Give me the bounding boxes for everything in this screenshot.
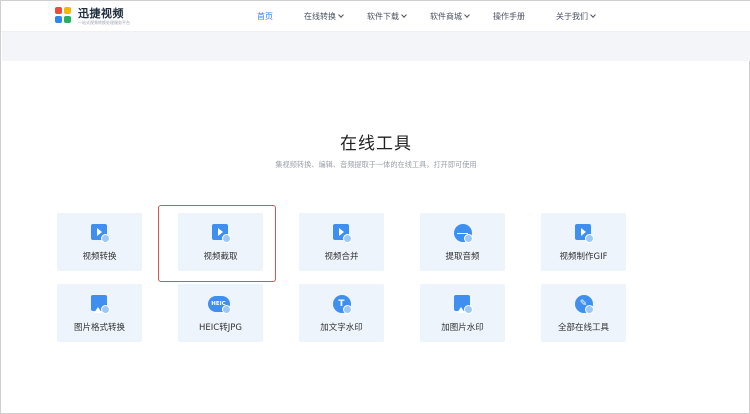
- tool-card-audio-extract[interactable]: 提取音频: [420, 213, 505, 271]
- site-header: 迅捷视频 一站式视频转换处理服务平台 首页 在线转换 软件下载 软件商城 操作手…: [1, 1, 750, 32]
- tool-card-label: 视频合并: [324, 252, 359, 262]
- banner-strip: [2, 32, 750, 61]
- chevron-down-icon: [590, 12, 596, 18]
- nav-item-manual[interactable]: 操作手册: [493, 11, 525, 22]
- tool-card-all-tools[interactable]: ✎ 全部在线工具: [541, 284, 626, 342]
- tool-card-label: 全部在线工具: [557, 323, 609, 333]
- tool-card-label: 提取音频: [445, 252, 480, 262]
- text-watermark-icon: T: [332, 294, 352, 314]
- nav-item-software-download[interactable]: 软件下载: [367, 11, 407, 22]
- tool-card-label: HEIC转JPG: [199, 323, 242, 333]
- tool-card-image-convert[interactable]: 图片格式转换: [57, 284, 142, 342]
- tool-card-text-watermark[interactable]: T 加文字水印: [299, 284, 384, 342]
- image-watermark-icon: [453, 294, 473, 314]
- video-merge-icon: [332, 223, 352, 243]
- nav-item-online-convert[interactable]: 在线转换: [304, 11, 344, 22]
- chevron-down-icon: [338, 12, 344, 18]
- selection-highlight: [158, 205, 276, 282]
- nav-item-label: 软件下载: [367, 12, 399, 21]
- nav-item-label: 在线转换: [304, 12, 336, 21]
- main-nav: 首页 在线转换 软件下载 软件商城 操作手册 关于我们: [1, 1, 750, 32]
- tool-card-video-convert[interactable]: 视频转换: [57, 213, 142, 271]
- heic-icon: HEIC: [207, 294, 231, 314]
- tool-card-label: 视频制作GIF: [559, 252, 608, 262]
- all-tools-icon: ✎: [574, 294, 594, 314]
- video-convert-icon: [90, 223, 110, 243]
- nav-item-about[interactable]: 关于我们: [556, 11, 596, 22]
- tool-card-heic-jpg[interactable]: HEIC HEIC转JPG: [178, 284, 263, 342]
- chevron-down-icon: [401, 12, 407, 18]
- tool-card-label: 图片格式转换: [73, 323, 125, 333]
- tool-card-label: 加文字水印: [320, 323, 363, 333]
- nav-item-label: 软件商城: [430, 12, 462, 21]
- tool-card-image-watermark[interactable]: 加图片水印: [420, 284, 505, 342]
- nav-item-label: 首页: [257, 12, 273, 21]
- nav-item-software-store[interactable]: 软件商城: [430, 11, 470, 22]
- nav-item-label: 操作手册: [493, 12, 525, 21]
- audio-extract-icon: [453, 223, 473, 243]
- tool-card-video-merge[interactable]: 视频合并: [299, 213, 384, 271]
- section-title: 在线工具: [340, 134, 412, 154]
- tool-card-video-gif[interactable]: 视频制作GIF: [541, 213, 626, 271]
- video-gif-icon: [574, 223, 594, 243]
- nav-item-label: 关于我们: [556, 12, 588, 21]
- chevron-down-icon: [464, 12, 470, 18]
- image-convert-icon: [90, 294, 110, 314]
- nav-item-home[interactable]: 首页: [257, 11, 273, 22]
- tool-card-label: 视频转换: [82, 252, 117, 262]
- section-subtitle: 集视频转换、编辑、音频提取于一体的在线工具，打开即可使用: [275, 160, 477, 169]
- tool-card-label: 加图片水印: [441, 323, 484, 333]
